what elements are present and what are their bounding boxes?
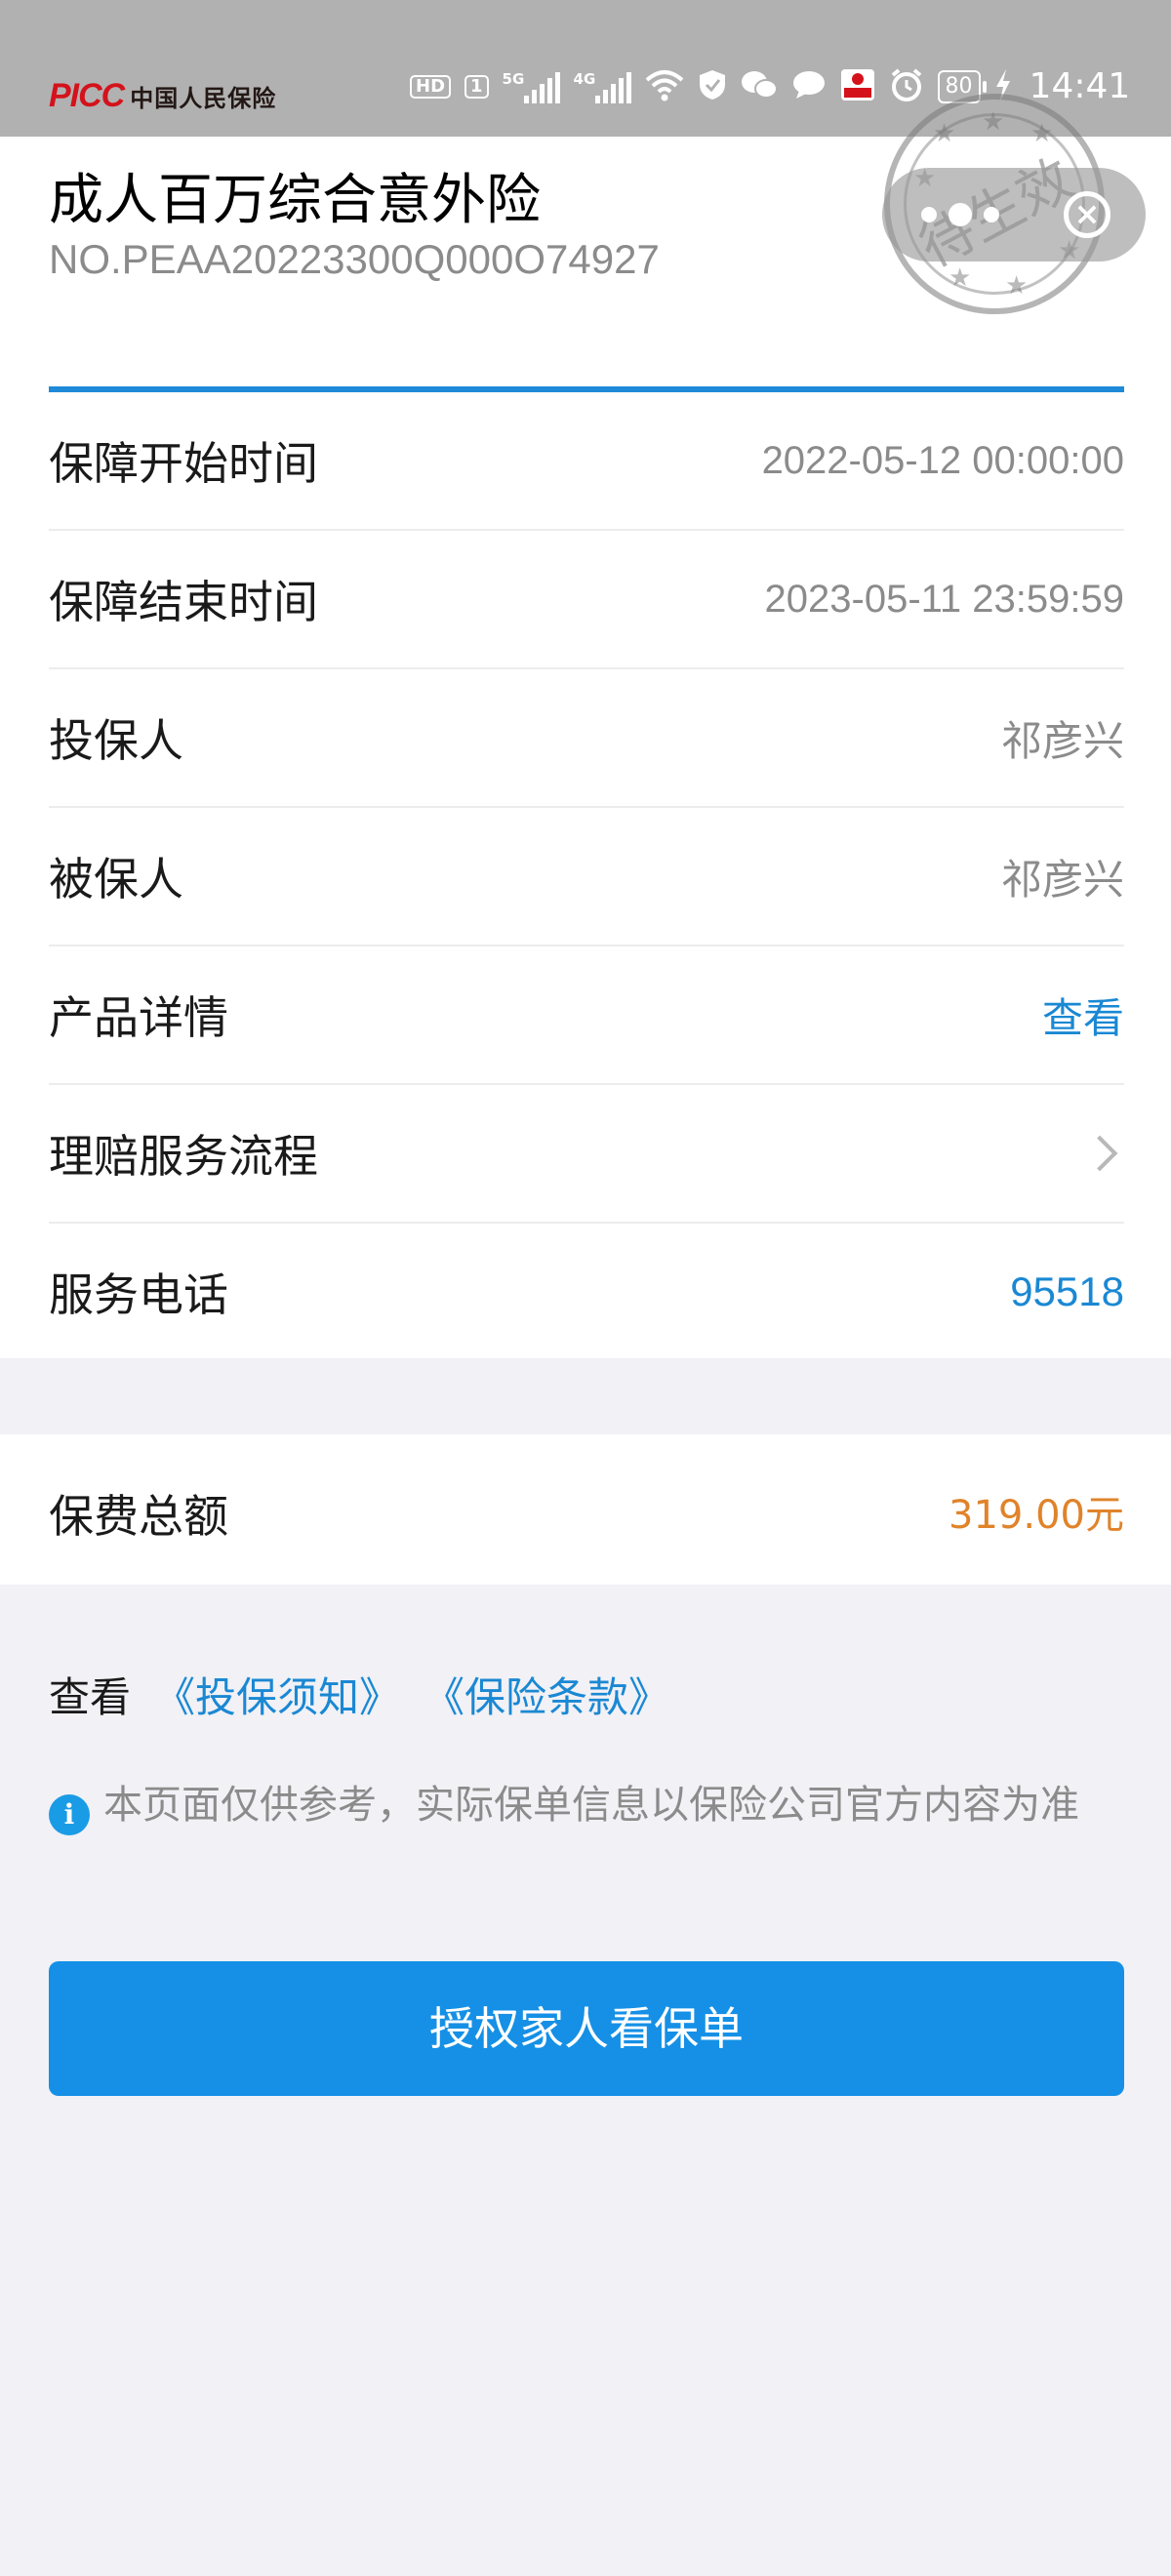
wechat-icon <box>741 69 778 105</box>
row-policyholder: 投保人 祁彦兴 <box>49 669 1124 808</box>
row-product-details[interactable]: 产品详情 查看 <box>49 946 1124 1085</box>
alarm-icon <box>889 67 924 107</box>
info-icon: i <box>49 1794 90 1835</box>
wifi-icon <box>645 68 684 106</box>
policy-detail-list: 保障开始时间 2022-05-12 00:00:00 保障结束时间 2023-0… <box>49 392 1124 1360</box>
insurance-terms-link[interactable]: 《保险条款》 <box>424 1665 669 1724</box>
hd-icon: HD <box>410 75 452 99</box>
documents-prefix: 查看 <box>49 1673 132 1721</box>
row-label: 被保人 <box>49 853 183 906</box>
row-label: 保障结束时间 <box>49 576 318 628</box>
row-label: 投保人 <box>49 714 183 767</box>
picc-logo-mark: PICC <box>49 76 125 114</box>
charging-icon <box>994 68 1012 105</box>
signal-5g-icon: 5G <box>503 70 560 103</box>
status-icons: HD 1 5G 4G 80 14:41 <box>410 64 1130 109</box>
status-bar: PICC 中国人民保险 HD 1 5G 4G 80 14:41 <box>0 0 1171 137</box>
picc-logo-text: 中国人民保险 <box>130 84 277 112</box>
row-insured: 被保人 祁彦兴 <box>49 808 1124 946</box>
row-value: 祁彦兴 <box>1000 716 1124 765</box>
premium-card: 保费总额 319.00元 <box>0 1434 1171 1585</box>
row-service-phone[interactable]: 服务电话 95518 <box>49 1224 1124 1360</box>
authorize-family-button[interactable]: 授权家人看保单 <box>49 1961 1124 2096</box>
view-product-link[interactable]: 查看 <box>1042 986 1124 1045</box>
close-icon[interactable]: × <box>1064 191 1110 238</box>
row-claim-process[interactable]: 理赔服务流程 <box>49 1085 1124 1224</box>
row-label: 理赔服务流程 <box>49 1130 318 1183</box>
row-value: 2023-05-11 23:59:59 <box>764 577 1124 621</box>
shield-icon <box>698 68 727 106</box>
miniprogram-capsule: × <box>882 168 1146 262</box>
message-icon <box>791 69 827 105</box>
signal-4g-icon: 4G <box>574 70 631 103</box>
policy-card: 成人百万综合意外险 NO.PEAA20223300Q000O74927 保障开始… <box>0 137 1171 1358</box>
row-label: 产品详情 <box>49 991 228 1044</box>
insurance-notice-link[interactable]: 《投保须知》 <box>154 1665 400 1724</box>
policy-title: 成人百万综合意外险 <box>49 169 541 232</box>
battery-icon: 80 <box>937 70 987 103</box>
premium-value: 319.00元 <box>949 1493 1124 1538</box>
row-coverage-end: 保障结束时间 2023-05-11 23:59:59 <box>49 531 1124 669</box>
sim-card-icon: 1 <box>464 75 489 99</box>
picc-logo: PICC 中国人民保险 <box>49 76 276 115</box>
documents-line: 查看 《投保须知》 《保险条款》 <box>49 1665 669 1724</box>
policy-number: NO.PEAA20223300Q000O74927 <box>49 236 660 282</box>
clock-time: 14:41 <box>1029 66 1131 106</box>
row-value: 2022-05-12 00:00:00 <box>761 438 1124 482</box>
row-label: 保障开始时间 <box>49 437 318 490</box>
disclaimer: i 本页面仅供参考，实际保单信息以保险公司官方内容为准 <box>49 1774 1132 1836</box>
disclaimer-text: 本页面仅供参考，实际保单信息以保险公司官方内容为准 <box>103 1783 1079 1828</box>
service-phone-link[interactable]: 95518 <box>1010 1268 1124 1315</box>
row-value: 祁彦兴 <box>1000 855 1124 904</box>
more-menu-icon[interactable] <box>921 195 999 226</box>
row-coverage-start: 保障开始时间 2022-05-12 00:00:00 <box>49 392 1124 531</box>
app-notification-icon <box>840 68 875 106</box>
chevron-right-icon <box>1081 1135 1118 1172</box>
row-label: 服务电话 <box>49 1268 228 1321</box>
signal-5g-label: 5G <box>502 70 525 88</box>
premium-label: 保费总额 <box>49 1490 228 1543</box>
signal-4g-label: 4G <box>573 70 596 88</box>
